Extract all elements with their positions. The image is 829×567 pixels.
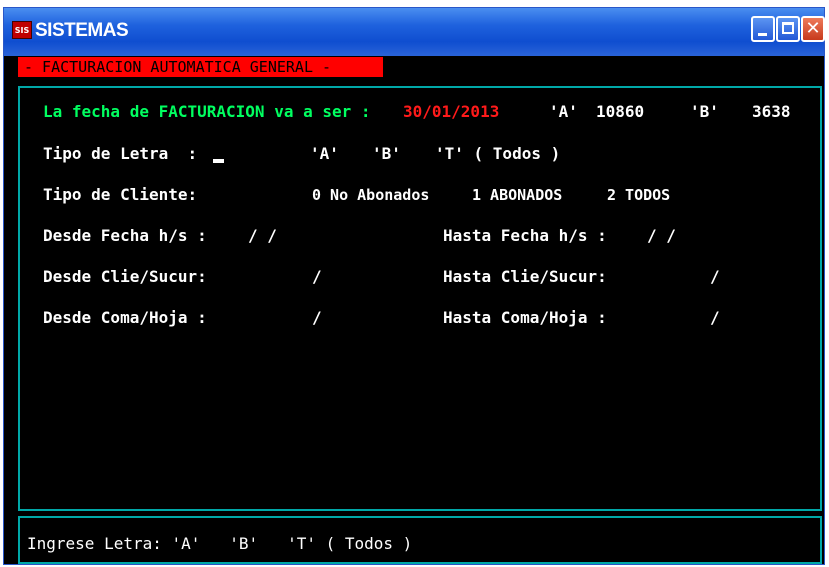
- window-title: SISTEMAS: [35, 20, 129, 41]
- hasta-coma-label: Hasta Coma/Hoja :: [443, 308, 607, 327]
- maximize-button[interactable]: [776, 16, 800, 42]
- tipo-cliente-option-2: 2 TODOS: [607, 186, 671, 204]
- tipo-letra-option-b: 'B': [372, 144, 401, 163]
- desde-fecha-label: Desde Fecha h/s :: [43, 226, 207, 245]
- app-window: SIS SISTEMAS ✕ - FACTURACION AUTOMATICA …: [3, 7, 825, 565]
- maximize-icon: [782, 22, 794, 34]
- hasta-fecha-label: Hasta Fecha h/s :: [443, 226, 607, 245]
- tipo-letra-label: Tipo de Letra :: [43, 144, 198, 163]
- prompt-panel: Ingrese Letra: 'A' 'B' 'T' ( Todos ): [18, 516, 822, 564]
- hasta-clie-label: Hasta Clie/Sucur:: [443, 267, 607, 286]
- tipo-letra-option-t: 'T' ( Todos ): [435, 144, 561, 163]
- form-panel: La fecha de FACTURACION va a ser : 30/01…: [18, 86, 822, 511]
- text-cursor: [213, 159, 224, 163]
- close-icon: ✕: [805, 18, 821, 39]
- hasta-clie-input[interactable]: /: [710, 267, 720, 287]
- prompt-text: Ingrese Letra: 'A' 'B' 'T' ( Todos ): [27, 534, 413, 553]
- b-count-label: 'B': [690, 102, 719, 121]
- desde-clie-label: Desde Clie/Sucur:: [43, 267, 207, 286]
- minimize-icon: [758, 33, 767, 36]
- desde-clie-input[interactable]: /: [312, 267, 322, 287]
- tipo-cliente-option-1: 1 ABONADOS: [472, 186, 563, 204]
- minimize-button[interactable]: [751, 16, 775, 42]
- fecha-value: 30/01/2013: [403, 102, 500, 121]
- a-count-value: 10860: [596, 102, 645, 121]
- b-count-value: 3638: [752, 102, 791, 121]
- close-button[interactable]: ✕: [801, 16, 825, 42]
- hasta-fecha-input[interactable]: / /: [647, 226, 676, 246]
- tipo-cliente-option-0: 0 No Abonados: [312, 186, 430, 204]
- a-count-label: 'A': [549, 102, 578, 121]
- desde-fecha-input[interactable]: / /: [248, 226, 277, 246]
- app-logo-icon: SIS: [12, 21, 32, 39]
- tipo-letra-option-a: 'A': [310, 144, 339, 163]
- mode-label: - FACTURACION AUTOMATICA GENERAL -: [18, 57, 383, 77]
- tipo-cliente-label: Tipo de Cliente:: [43, 185, 198, 204]
- fecha-label: La fecha de FACTURACION va a ser :: [43, 102, 381, 121]
- title-bar[interactable]: SIS SISTEMAS ✕: [4, 8, 825, 56]
- desde-coma-input[interactable]: /: [312, 308, 322, 328]
- desde-coma-label: Desde Coma/Hoja :: [43, 308, 207, 327]
- hasta-coma-input[interactable]: /: [710, 308, 720, 328]
